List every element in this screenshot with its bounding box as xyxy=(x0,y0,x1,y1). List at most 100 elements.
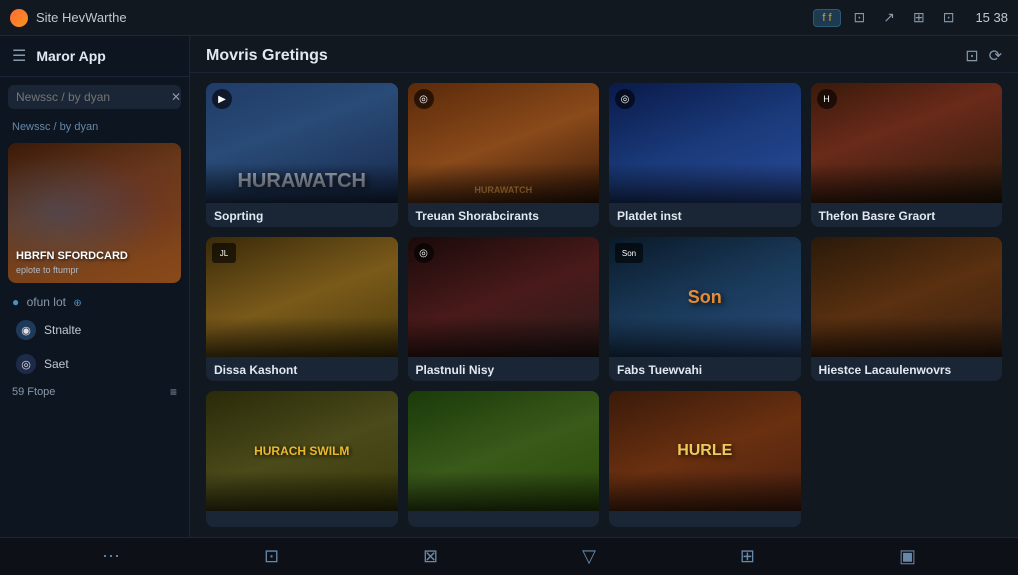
app-layout: ☰ Maror App ✕ Newssc / by dyan HBRFN SFO… xyxy=(0,36,1018,537)
nav-icon-6[interactable]: ▣ xyxy=(899,546,916,567)
son-text: Son xyxy=(688,287,722,308)
nav-icon-1[interactable]: ⋯ xyxy=(102,546,120,567)
movie-card-m10[interactable] xyxy=(408,391,600,527)
poster-overlay-m4 xyxy=(811,163,1003,203)
sidebar-footer-text: 59 Ftope xyxy=(12,386,55,398)
poster-overlay-m3 xyxy=(609,163,801,203)
movie-poster-m8 xyxy=(811,237,1003,357)
sidebar-featured[interactable]: HBRFN SFORDCARD eplote to ftumpr xyxy=(8,143,181,283)
poster-badge-m3: ◎ xyxy=(615,89,635,109)
close-icon[interactable]: ✕ xyxy=(171,90,181,104)
movie-card-m7[interactable]: Son Son Fabs Tuewvahi ansy ftorse frow S… xyxy=(609,237,801,381)
poster-overlay-m10 xyxy=(408,471,600,511)
movie-title-m2: Treuan Shorabcirants xyxy=(416,209,592,225)
poster-overlay-m8 xyxy=(811,317,1003,357)
movie-poster-m5: JL xyxy=(206,237,398,357)
sidebar-search[interactable]: ✕ xyxy=(8,85,181,109)
cast-icon[interactable]: ⊡ xyxy=(965,46,978,66)
movie-info-m6: Plastnuli Nisy Anockofislound, 14ondisca… xyxy=(408,357,600,381)
featured-text: HBRFN SFORDCARD eplote to ftumpr xyxy=(16,249,173,275)
sidebar-item-stnalte[interactable]: ◉ Stnalte xyxy=(4,314,185,346)
sidebar: ☰ Maror App ✕ Newssc / by dyan HBRFN SFO… xyxy=(0,36,190,537)
sidebar-item-saet[interactable]: ◎ Saet xyxy=(4,348,185,380)
sidebar-item-saet-label: Saet xyxy=(44,357,173,371)
movie-card-m4[interactable]: H Thefon Basre Graort Ctegop flad Snl Nc… xyxy=(811,83,1003,227)
breadcrumb: Newssc / by dyan xyxy=(0,117,189,137)
movie-poster-m2: HURAWATCH ◎ xyxy=(408,83,600,203)
movie-poster-m6: ◎ xyxy=(408,237,600,357)
movie-info-m1: Soprting Deja forns 30d ccur xyxy=(206,203,398,227)
movie-card-m8[interactable]: Hiestce Lacaulenwovrs No grunaer eLB Ptu… xyxy=(811,237,1003,381)
movie-card-m6[interactable]: ◎ Plastnuli Nisy Anockofislound, 14ondis… xyxy=(408,237,600,381)
featured-title: HBRFN SFORDCARD xyxy=(16,249,173,263)
search-input[interactable] xyxy=(16,90,171,104)
main-content: Movris Gretings ⊡ ⟳ HURAWATCH xyxy=(190,36,1018,537)
title-bar-btn1[interactable]: f f xyxy=(813,9,840,27)
movie-poster-m9: HURACH SWILM xyxy=(206,391,398,511)
app-title: Maror App xyxy=(36,48,105,64)
movie-card-m1[interactable]: HURAWATCH ▶ Soprting Deja forns 30d ccur xyxy=(206,83,398,227)
movie-title-m7: Fabs Tuewvahi xyxy=(617,363,793,379)
badge-icon: ⊕ xyxy=(73,298,81,309)
pip-icon[interactable]: ⊡ xyxy=(938,7,960,28)
movie-card-m5[interactable]: JL Dissa Kashont Footernje incorants wor… xyxy=(206,237,398,381)
sidebar-header: ☰ Maror App xyxy=(0,36,189,77)
main-header-actions: ⊡ ⟳ xyxy=(965,46,1002,66)
poster-overlay-m11 xyxy=(609,471,801,511)
title-bar-text: Site HevWarthe xyxy=(36,10,813,25)
poster-badge-m1: ▶ xyxy=(212,89,232,109)
nav-icon-3[interactable]: ⊠ xyxy=(423,546,438,567)
movie-card-m11[interactable]: HURLE xyxy=(609,391,801,527)
bottom-bar: ⋯ ⊡ ⊠ ▽ ⊞ ▣ xyxy=(0,537,1018,575)
nav-icon-5[interactable]: ⊞ xyxy=(740,546,755,567)
title-bar: Site HevWarthe f f ⊡ ↗ ⊞ ⊡ 15 38 xyxy=(0,0,1018,36)
movie-poster-m3: ◎ xyxy=(609,83,801,203)
refresh-icon[interactable]: ⟳ xyxy=(989,46,1002,66)
poster-text-m9: HURACH SWILM xyxy=(254,444,349,458)
menu-icon[interactable]: ≡ xyxy=(170,385,177,399)
poster-overlay-m1 xyxy=(206,163,398,203)
poster-badge-m7: Son xyxy=(615,243,643,263)
sidebar-section1-header[interactable]: ● ofun lot ⊕ xyxy=(12,295,177,309)
poster-overlay-m9 xyxy=(206,471,398,511)
share-icon[interactable]: ↗ xyxy=(878,7,900,28)
movie-poster-m7: Son Son xyxy=(609,237,801,357)
movie-poster-m1: HURAWATCH ▶ xyxy=(206,83,398,203)
movie-title-m3: Platdet inst xyxy=(617,209,793,225)
movie-card-m3[interactable]: ◎ Platdet inst Darvile nelcommers Itca G… xyxy=(609,83,801,227)
poster-badge-m4: H xyxy=(817,89,837,109)
movie-info-m2: Treuan Shorabcirants Liaflom flom Pce St… xyxy=(408,203,600,227)
movie-card-m2[interactable]: HURAWATCH ◎ Treuan Shorabcirants Liaflom… xyxy=(408,83,600,227)
movie-title-m8: Hiestce Lacaulenwovrs xyxy=(819,363,995,379)
movie-card-m9[interactable]: HURACH SWILM xyxy=(206,391,398,527)
movie-poster-m4: H xyxy=(811,83,1003,203)
movie-title-m4: Thefon Basre Graort xyxy=(819,209,995,225)
featured-subtitle: eplote to ftumpr xyxy=(16,265,173,275)
movie-grid: HURAWATCH ▶ Soprting Deja forns 30d ccur xyxy=(190,73,1018,537)
sidebar-item-stnalte-label: Stnalte xyxy=(44,323,173,337)
movie-info-m10 xyxy=(408,511,600,527)
hamburger-icon[interactable]: ☰ xyxy=(12,46,26,66)
movie-info-m3: Platdet inst Darvile nelcommers Itca Gra… xyxy=(609,203,801,227)
poster-overlay-m7 xyxy=(609,317,801,357)
sidebar-section1: ● ofun lot ⊕ xyxy=(0,289,189,313)
nav-icon-4[interactable]: ▽ xyxy=(582,546,596,567)
movie-info-m5: Dissa Kashont Footernje incorants words … xyxy=(206,357,398,381)
movie-title-m5: Dissa Kashont xyxy=(214,363,390,379)
sidebar-footer: 59 Ftope ≡ xyxy=(0,381,189,405)
main-header: Movris Gretings ⊡ ⟳ xyxy=(190,36,1018,73)
movie-info-m4: Thefon Basre Graort Ctegop flad Snl Ncy … xyxy=(811,203,1003,227)
poster-overlay-m6 xyxy=(408,317,600,357)
poster-badge-m5: JL xyxy=(212,243,236,263)
nav-icon-2[interactable]: ⊡ xyxy=(264,546,279,567)
movie-info-m8: Hiestce Lacaulenwovrs No grunaer eLB Ptu… xyxy=(811,357,1003,381)
copy-icon[interactable]: ⊡ xyxy=(849,7,871,28)
movie-title-m6: Plastnuli Nisy xyxy=(416,363,592,379)
title-bar-controls: f f ⊡ ↗ ⊞ ⊡ 15 38 xyxy=(813,7,1008,28)
stream-icon: ◉ xyxy=(16,320,36,340)
poster-overlay-m5 xyxy=(206,317,398,357)
poster-badge-m2: ◎ xyxy=(414,89,434,109)
grid-icon[interactable]: ⊞ xyxy=(908,7,930,28)
settings-icon: ◎ xyxy=(16,354,36,374)
main-title: Movris Gretings xyxy=(206,47,328,65)
